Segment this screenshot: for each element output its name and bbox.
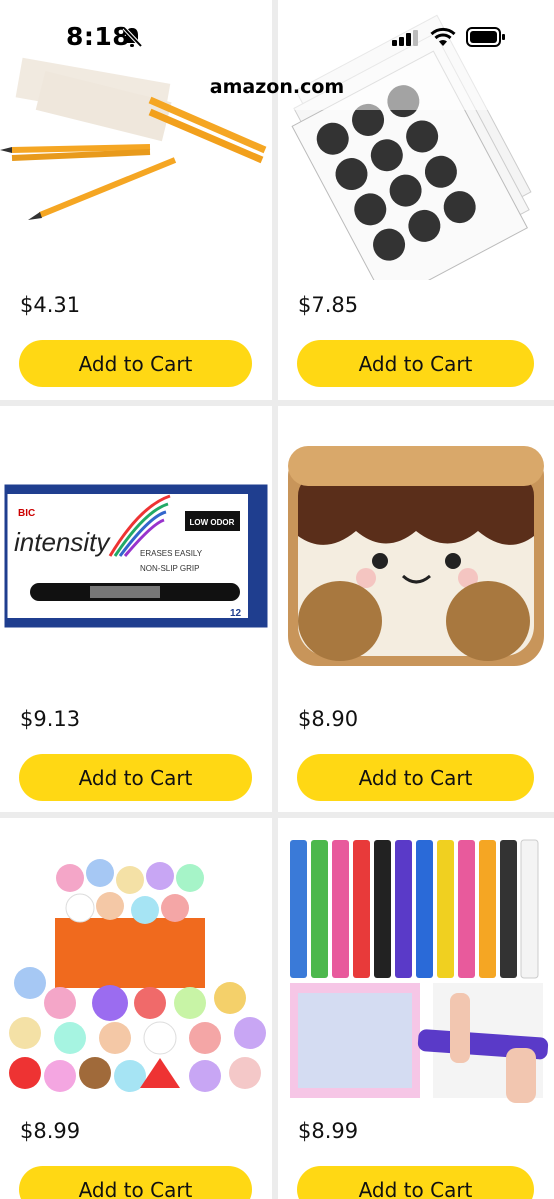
squishy-toys-image[interactable]	[0, 818, 272, 1108]
product-price: $4.31	[20, 293, 81, 317]
add-to-cart-button[interactable]: Add to Cart	[19, 754, 252, 801]
product-card[interactable]: LOW ODOR BIC intensity ERASES EASILY NON…	[0, 406, 272, 812]
marker-name-text: intensity	[14, 527, 111, 557]
add-to-cart-button[interactable]: Add to Cart	[19, 1166, 252, 1199]
product-card[interactable]: $8.99 Add to Cart	[278, 818, 554, 1199]
marker-brand-text: BIC	[18, 508, 35, 519]
url-bar[interactable]: amazon.com	[0, 76, 554, 98]
add-to-cart-button[interactable]: Add to Cart	[297, 340, 534, 387]
add-to-cart-button[interactable]: Add to Cart	[297, 754, 534, 801]
marker-feature-1: ERASES EASILY	[140, 549, 203, 558]
product-card[interactable]: $8.90 Add to Cart	[278, 406, 554, 812]
pencils-image[interactable]	[0, 0, 272, 280]
smore-plush-image[interactable]	[278, 406, 554, 696]
add-to-cart-button[interactable]: Add to Cart	[297, 1166, 534, 1199]
product-card[interactable]: $4.31 Add to Cart	[0, 0, 272, 400]
product-price: $8.99	[20, 1119, 81, 1143]
marker-count-text: 12	[230, 608, 242, 619]
slap-bracelets-image[interactable]	[278, 818, 554, 1108]
product-price: $9.13	[20, 707, 81, 731]
product-price: $8.90	[298, 707, 359, 731]
product-card[interactable]: $8.99 Add to Cart	[0, 818, 272, 1199]
stickers-image[interactable]	[278, 0, 554, 280]
product-price: $8.99	[298, 1119, 359, 1143]
product-card[interactable]: $7.85 Add to Cart	[278, 0, 554, 400]
marker-feature-2: NON-SLIP GRIP	[140, 564, 199, 573]
markers-image[interactable]: LOW ODOR BIC intensity ERASES EASILY NON…	[0, 406, 272, 696]
add-to-cart-button[interactable]: Add to Cart	[19, 340, 252, 387]
product-price: $7.85	[298, 293, 359, 317]
marker-badge-text: LOW ODOR	[190, 518, 235, 527]
